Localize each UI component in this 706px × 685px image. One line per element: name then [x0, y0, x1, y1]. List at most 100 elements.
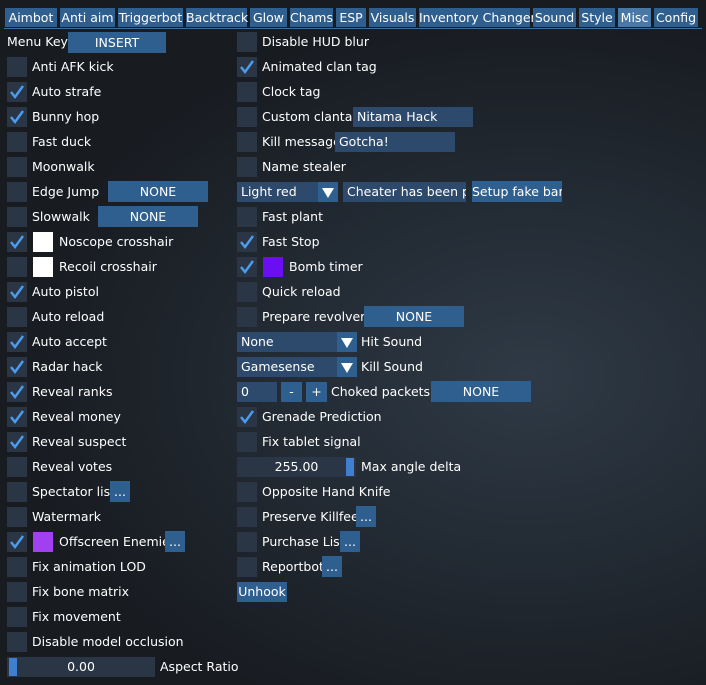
fake-ban-color-dropdown[interactable]: Light red: [237, 182, 338, 202]
kill-sound-dropdown[interactable]: Gamesense: [237, 357, 357, 377]
tab-visuals[interactable]: Visuals: [369, 8, 416, 27]
recoil-crosshair-color-swatch[interactable]: [33, 257, 53, 277]
fast-duck-checkbox[interactable]: [7, 132, 27, 152]
bunny-hop-label: Bunny hop: [32, 109, 100, 124]
reportbot-more-button[interactable]: ...: [322, 556, 342, 577]
slowwalk-key-button[interactable]: NONE: [98, 206, 198, 227]
bomb-timer-color-swatch[interactable]: [263, 257, 283, 277]
tab-backtrack[interactable]: Backtrack: [186, 8, 248, 27]
animated-clan-tag-label: Animated clan tag: [262, 59, 377, 74]
quick-reload-label: Quick reload: [262, 284, 341, 299]
choked-packets-increment-button[interactable]: +: [306, 382, 327, 402]
fix-bone-matrix-label: Fix bone matrix: [32, 584, 130, 599]
tab-anti-aim[interactable]: Anti aim: [60, 8, 115, 27]
spectator-list-more-button[interactable]: ...: [110, 481, 130, 502]
slowwalk-checkbox[interactable]: [7, 207, 27, 227]
purchase-list-more-button[interactable]: ...: [340, 531, 360, 552]
menu-key-button[interactable]: INSERT: [68, 32, 166, 53]
custom-clantag-input[interactable]: Nitama Hack: [353, 107, 473, 127]
custom-clantag-checkbox[interactable]: [237, 107, 257, 127]
fake-ban-color-value: Light red: [241, 184, 297, 199]
radar-hack-checkbox[interactable]: [7, 357, 27, 377]
clock-tag-checkbox[interactable]: [237, 82, 257, 102]
aspect-ratio-value: 0.00: [67, 659, 95, 674]
edge-jump-key-button[interactable]: NONE: [108, 181, 208, 202]
auto-reload-checkbox[interactable]: [7, 307, 27, 327]
tab-misc[interactable]: Misc: [618, 8, 651, 27]
disable-hud-blur-checkbox[interactable]: [237, 32, 257, 52]
reveal-votes-label: Reveal votes: [32, 459, 113, 474]
kill-message-input[interactable]: Gotcha!: [335, 132, 455, 152]
moonwalk-label: Moonwalk: [32, 159, 95, 174]
fix-animation-lod-checkbox[interactable]: [7, 557, 27, 577]
tab-sound[interactable]: Sound: [533, 8, 576, 27]
noscope-crosshair-color-swatch[interactable]: [33, 232, 53, 252]
fix-tablet-signal-checkbox[interactable]: [237, 432, 257, 452]
tab-esp[interactable]: ESP: [336, 8, 366, 27]
fix-movement-label: Fix movement: [32, 609, 121, 624]
offscreen-enemies-color-swatch[interactable]: [33, 532, 53, 552]
aspect-ratio-slider[interactable]: 0.00: [7, 657, 155, 677]
auto-strafe-checkbox[interactable]: [7, 82, 27, 102]
anti-afk-checkbox[interactable]: [7, 57, 27, 77]
edge-jump-checkbox[interactable]: [7, 182, 27, 202]
purchase-list-checkbox[interactable]: [237, 532, 257, 552]
reveal-money-checkbox[interactable]: [7, 407, 27, 427]
fix-bone-matrix-checkbox[interactable]: [7, 582, 27, 602]
preserve-killfeed-checkbox[interactable]: [237, 507, 257, 527]
fast-stop-checkbox[interactable]: [237, 232, 257, 252]
fast-stop-label: Fast Stop: [262, 234, 320, 249]
disable-model-occlusion-checkbox[interactable]: [7, 632, 27, 652]
recoil-crosshair-checkbox[interactable]: [7, 257, 27, 277]
prepare-revolver-label: Prepare revolver: [262, 309, 366, 324]
fake-ban-message-input[interactable]: Cheater has been permanently banned: [343, 182, 466, 202]
offscreen-enemies-checkbox[interactable]: [7, 532, 27, 552]
auto-strafe-label: Auto strafe: [32, 84, 102, 99]
auto-pistol-label: Auto pistol: [32, 284, 99, 299]
max-angle-delta-slider[interactable]: 255.00: [237, 457, 356, 477]
quick-reload-checkbox[interactable]: [237, 282, 257, 302]
preserve-killfeed-more-button[interactable]: ...: [356, 506, 376, 527]
tab-triggerbot[interactable]: Triggerbot: [118, 8, 183, 27]
setup-fake-ban-button[interactable]: Setup fake ban: [472, 181, 562, 202]
grenade-prediction-label: Grenade Prediction: [262, 409, 382, 424]
prepare-revolver-checkbox[interactable]: [237, 307, 257, 327]
auto-accept-checkbox[interactable]: [7, 332, 27, 352]
reportbot-checkbox[interactable]: [237, 557, 257, 577]
checkmark-icon: [10, 335, 24, 349]
spectator-list-checkbox[interactable]: [7, 482, 27, 502]
tab-style[interactable]: Style: [579, 8, 615, 27]
reveal-votes-checkbox[interactable]: [7, 457, 27, 477]
moonwalk-checkbox[interactable]: [7, 157, 27, 177]
auto-pistol-checkbox[interactable]: [7, 282, 27, 302]
watermark-checkbox[interactable]: [7, 507, 27, 527]
choked-packets-input[interactable]: 0: [237, 382, 277, 402]
animated-clan-tag-checkbox[interactable]: [237, 57, 257, 77]
kill-message-checkbox[interactable]: [237, 132, 257, 152]
tab-inventory-changer[interactable]: Inventory Changer: [419, 8, 536, 27]
custom-clantag-label: Custom clantag: [262, 109, 361, 124]
checkmark-icon: [240, 235, 254, 249]
reveal-ranks-checkbox[interactable]: [7, 382, 27, 402]
tab-glow[interactable]: Glow: [250, 8, 287, 27]
noscope-crosshair-checkbox[interactable]: [7, 232, 27, 252]
tab-config[interactable]: Config: [654, 8, 698, 27]
prepare-revolver-key-button[interactable]: NONE: [364, 306, 464, 327]
tab-chams[interactable]: Chams: [290, 8, 333, 27]
reveal-suspect-checkbox[interactable]: [7, 432, 27, 452]
hit-sound-dropdown[interactable]: None: [237, 332, 357, 352]
fix-movement-checkbox[interactable]: [7, 607, 27, 627]
tab-aimbot[interactable]: Aimbot: [5, 8, 57, 27]
checkmark-icon: [240, 260, 254, 274]
opposite-hand-knife-checkbox[interactable]: [237, 482, 257, 502]
choked-packets-key-button[interactable]: NONE: [431, 381, 531, 402]
grenade-prediction-checkbox[interactable]: [237, 407, 257, 427]
fast-plant-checkbox[interactable]: [237, 207, 257, 227]
bunny-hop-checkbox[interactable]: [7, 107, 27, 127]
unhook-button[interactable]: Unhook: [237, 582, 287, 602]
offscreen-enemies-more-button[interactable]: ...: [165, 531, 185, 552]
choked-packets-decrement-button[interactable]: -: [281, 382, 302, 402]
name-stealer-checkbox[interactable]: [237, 157, 257, 177]
bomb-timer-checkbox[interactable]: [237, 257, 257, 277]
checkmark-icon: [10, 110, 24, 124]
